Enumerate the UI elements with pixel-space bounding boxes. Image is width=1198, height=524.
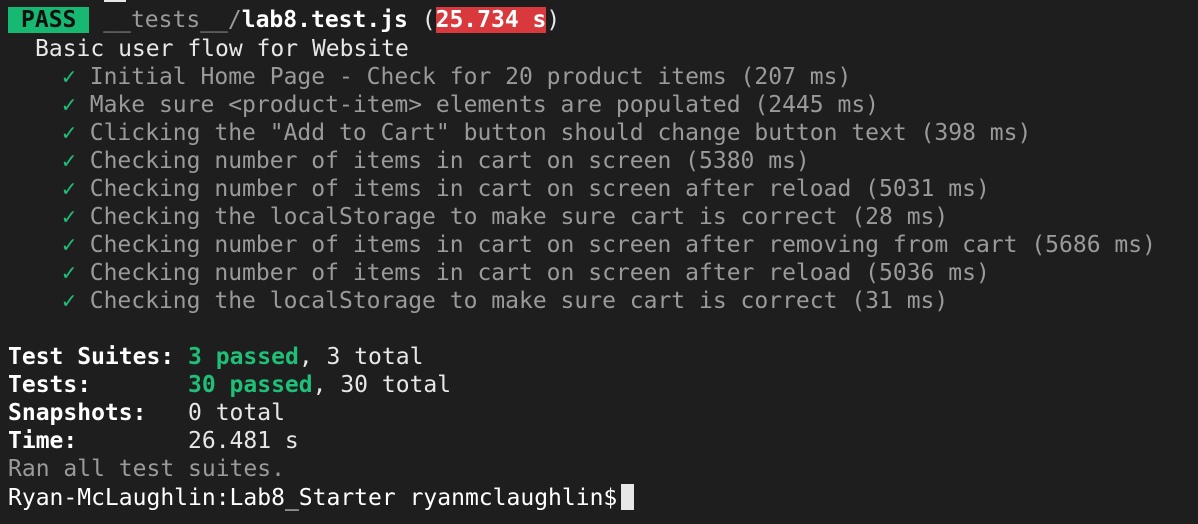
text-cursor [621,484,635,510]
check-icon: ✓ [62,204,76,230]
test-result-item: ✓ Checking number of items in cart on sc… [62,175,990,203]
test-result-label: Make sure <product-item> elements are po… [89,92,880,118]
test-file-header: PASS __tests__/lab8.test.js (25.734 s) [8,6,560,34]
test-suites-total: , 3 total [298,344,424,370]
test-result-label: Checking the localStorage to make sure c… [89,288,949,314]
test-result-item: ✓ Clicking the "Add to Cart" button shou… [62,119,1031,147]
pass-badge: PASS [8,7,90,33]
test-result-label: Initial Home Page - Check for 20 product… [89,64,852,90]
check-icon: ✓ [62,288,76,314]
time-value: 26.481 s [188,428,299,454]
check-icon: ✓ [62,148,76,174]
test-result-item: ✓ Initial Home Page - Check for 20 produ… [62,63,851,91]
scroll-marker [104,0,126,2]
test-result-label: Checking number of items in cart on scre… [89,176,990,202]
shell-prompt: Ryan-McLaughlin:Lab8_Starter ryanmclaugh… [8,485,618,511]
test-result-item: ✓ Make sure <product-item> elements are … [62,91,879,119]
duration-close-paren: ) [546,7,561,33]
test-result-item: ✓ Checking the localStorage to make sure… [62,203,948,231]
ran-all-message: Ran all test suites. [8,456,285,482]
tests-total: , 30 total [312,372,452,398]
test-result-item: ✓ Checking number of items in cart on sc… [62,147,810,175]
check-icon: ✓ [62,260,76,286]
check-icon: ✓ [62,92,76,118]
check-icon: ✓ [62,64,76,90]
check-icon: ✓ [62,232,76,258]
test-suites-label: Test Suites: [8,344,175,370]
test-file-dir: __tests__/ [103,7,242,33]
snapshots-value: 0 total [188,400,285,426]
test-suites-passed: 3 passed [188,344,299,370]
duration-open-paren: ( [407,7,436,33]
test-file-name: lab8.test.js [241,7,408,33]
tests-label: Tests: [8,372,92,398]
test-result-label: Checking the localStorage to make sure c… [89,204,949,230]
check-icon: ✓ [62,120,76,146]
summary-time: Time: 26.481 s [8,427,299,455]
test-result-item: ✓ Checking the localStorage to make sure… [62,287,948,315]
test-result-item: ✓ Checking number of items in cart on sc… [62,259,990,287]
test-result-label: Checking number of items in cart on scre… [89,148,810,174]
test-result-item: ✓ Checking number of items in cart on sc… [62,231,1156,259]
snapshots-label: Snapshots: [8,400,147,426]
test-result-label: Clicking the "Add to Cart" button should… [89,120,1032,146]
shell-prompt-line[interactable]: Ryan-McLaughlin:Lab8_Starter ryanmclaugh… [8,484,635,512]
suite-title: Basic user flow for Website [35,36,409,62]
summary-snapshots: Snapshots: 0 total [8,399,285,427]
tests-passed: 30 passed [188,372,313,398]
summary-tests: Tests: 30 passed, 30 total [8,371,451,399]
check-icon: ✓ [62,176,76,202]
summary-test-suites: Test Suites: 3 passed, 3 total [8,343,423,371]
slow-duration-badge: 25.734 s [435,7,547,33]
terminal-window[interactable]: PASS __tests__/lab8.test.js (25.734 s) B… [0,0,1198,524]
test-result-label: Checking number of items in cart on scre… [89,260,990,286]
time-label: Time: [8,428,78,454]
test-result-label: Checking number of items in cart on scre… [89,232,1156,258]
